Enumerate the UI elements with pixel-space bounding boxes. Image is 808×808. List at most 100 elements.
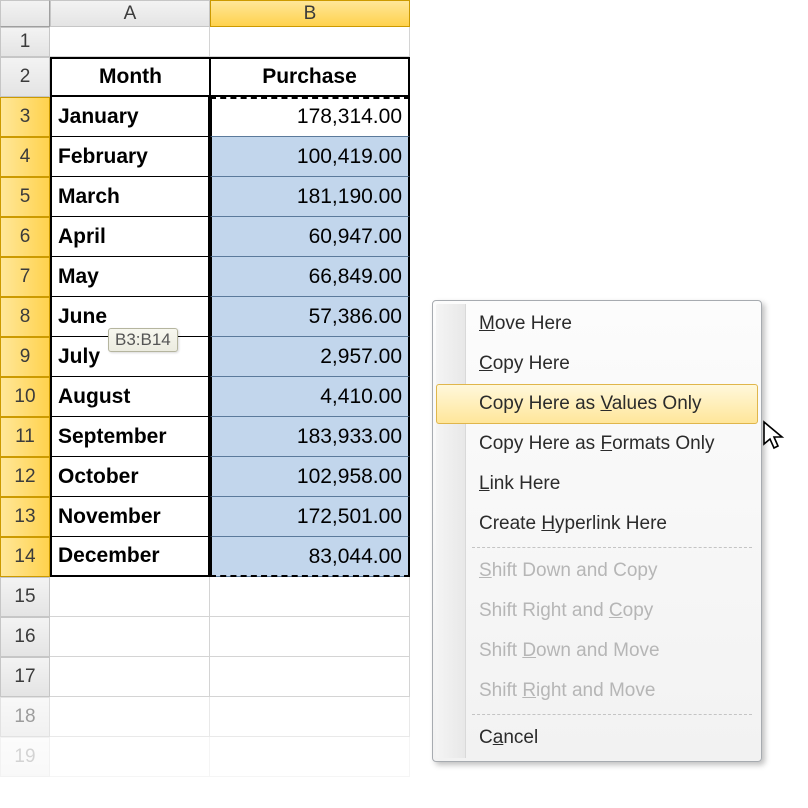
menu-copy-here[interactable]: Copy Here [436, 344, 758, 384]
cell-month[interactable]: November [50, 497, 210, 537]
menu-text: alues Only [612, 393, 702, 414]
header-month[interactable]: Month [50, 57, 210, 97]
menu-text: ink Here [490, 473, 561, 494]
cell-month[interactable]: April [50, 217, 210, 257]
cell-value[interactable]: 83,044.00 [210, 537, 410, 577]
cell[interactable] [50, 657, 210, 697]
menu-text: own and Move [536, 640, 660, 661]
row-header[interactable]: 1 [0, 27, 50, 57]
menu-accel: C [609, 600, 623, 621]
row-header[interactable]: 10 [0, 377, 50, 417]
row-header[interactable]: 16 [0, 617, 50, 657]
cell[interactable] [50, 737, 210, 777]
menu-text: Shift [479, 640, 522, 661]
cell-month[interactable]: March [50, 177, 210, 217]
cell-value[interactable]: 181,190.00 [210, 177, 410, 217]
row-header[interactable]: 2 [0, 57, 50, 97]
menu-text: Create [479, 513, 541, 534]
row-header[interactable]: 17 [0, 657, 50, 697]
row-header[interactable]: 6 [0, 217, 50, 257]
menu-text: yperlink Here [555, 513, 667, 534]
cell-value[interactable]: 57,386.00 [210, 297, 410, 337]
menu-text: Shift [479, 680, 522, 701]
col-header-a[interactable]: A [50, 0, 210, 27]
row-header[interactable]: 3 [0, 97, 50, 137]
menu-move-here[interactable]: Move Here [436, 304, 758, 344]
row-header[interactable]: 8 [0, 297, 50, 337]
menu-separator [472, 714, 752, 715]
cell[interactable] [210, 27, 410, 57]
cell-month[interactable]: October [50, 457, 210, 497]
menu-text: Copy Here as [479, 393, 600, 414]
cell-value[interactable]: 172,501.00 [210, 497, 410, 537]
menu-accel: L [479, 473, 490, 494]
menu-shift-right-move: Shift Right and Move [436, 671, 758, 711]
cell-month[interactable]: February [50, 137, 210, 177]
menu-text: opy [623, 600, 654, 621]
cell[interactable] [210, 737, 410, 777]
menu-cancel[interactable]: Cancel [436, 718, 758, 758]
range-tooltip: B3:B14 [108, 328, 178, 352]
row-header[interactable]: 9 [0, 337, 50, 377]
col-header-b[interactable]: B [210, 0, 410, 27]
menu-shift-down-move: Shift Down and Move [436, 631, 758, 671]
cell-month[interactable]: December [50, 537, 210, 577]
cell-month[interactable]: September [50, 417, 210, 457]
cell-value[interactable]: 102,958.00 [210, 457, 410, 497]
row-header[interactable]: 7 [0, 257, 50, 297]
row-header[interactable]: 12 [0, 457, 50, 497]
menu-accel: S [479, 560, 492, 581]
header-purchase[interactable]: Purchase [210, 57, 410, 97]
cell[interactable] [210, 657, 410, 697]
cell-value[interactable]: 178,314.00 [210, 97, 410, 137]
cell-value[interactable]: 4,410.00 [210, 377, 410, 417]
cell-value[interactable]: 2,957.00 [210, 337, 410, 377]
menu-text: Copy Here as [479, 433, 600, 454]
menu-accel: a [493, 727, 504, 748]
menu-shift-down-copy: Shift Down and Copy [436, 551, 758, 591]
menu-text: ormats Only [612, 433, 714, 454]
row-header[interactable]: 15 [0, 577, 50, 617]
menu-text: ove Here [495, 313, 572, 334]
menu-text: C [479, 727, 493, 748]
menu-text: hift Down and Copy [492, 560, 658, 581]
menu-accel: M [479, 313, 495, 334]
cell[interactable] [50, 27, 210, 57]
cell[interactable] [50, 697, 210, 737]
cell-value[interactable]: 60,947.00 [210, 217, 410, 257]
cell-month[interactable]: January [50, 97, 210, 137]
row-header[interactable]: 18 [0, 697, 50, 737]
menu-accel: H [541, 513, 555, 534]
row-header[interactable]: 13 [0, 497, 50, 537]
cell[interactable] [210, 617, 410, 657]
row-header[interactable]: 4 [0, 137, 50, 177]
cell[interactable] [210, 577, 410, 617]
cell[interactable] [210, 697, 410, 737]
menu-accel: D [522, 640, 536, 661]
row-header[interactable]: 19 [0, 737, 50, 777]
cell-value[interactable]: 66,849.00 [210, 257, 410, 297]
menu-accel: C [479, 353, 493, 374]
menu-accel: V [600, 393, 611, 414]
menu-accel: F [600, 433, 612, 454]
menu-text: ncel [503, 727, 538, 748]
row-header[interactable]: 5 [0, 177, 50, 217]
menu-copy-formats-only[interactable]: Copy Here as Formats Only [436, 424, 758, 464]
cell[interactable] [50, 577, 210, 617]
cell-value[interactable]: 183,933.00 [210, 417, 410, 457]
menu-create-hyperlink[interactable]: Create Hyperlink Here [436, 504, 758, 544]
menu-link-here[interactable]: Link Here [436, 464, 758, 504]
menu-text: opy Here [493, 353, 570, 374]
cell-value[interactable]: 100,419.00 [210, 137, 410, 177]
row-header[interactable]: 14 [0, 537, 50, 577]
cell-month[interactable]: August [50, 377, 210, 417]
drag-context-menu: Move Here Copy Here Copy Here as Values … [432, 300, 762, 762]
menu-separator [472, 547, 752, 548]
cell-month[interactable]: May [50, 257, 210, 297]
menu-shift-right-copy: Shift Right and Copy [436, 591, 758, 631]
select-all-corner[interactable] [0, 0, 50, 27]
row-header[interactable]: 11 [0, 417, 50, 457]
menu-copy-values-only[interactable]: Copy Here as Values Only [436, 384, 758, 424]
menu-text: Shift Right and [479, 600, 609, 621]
cell[interactable] [50, 617, 210, 657]
